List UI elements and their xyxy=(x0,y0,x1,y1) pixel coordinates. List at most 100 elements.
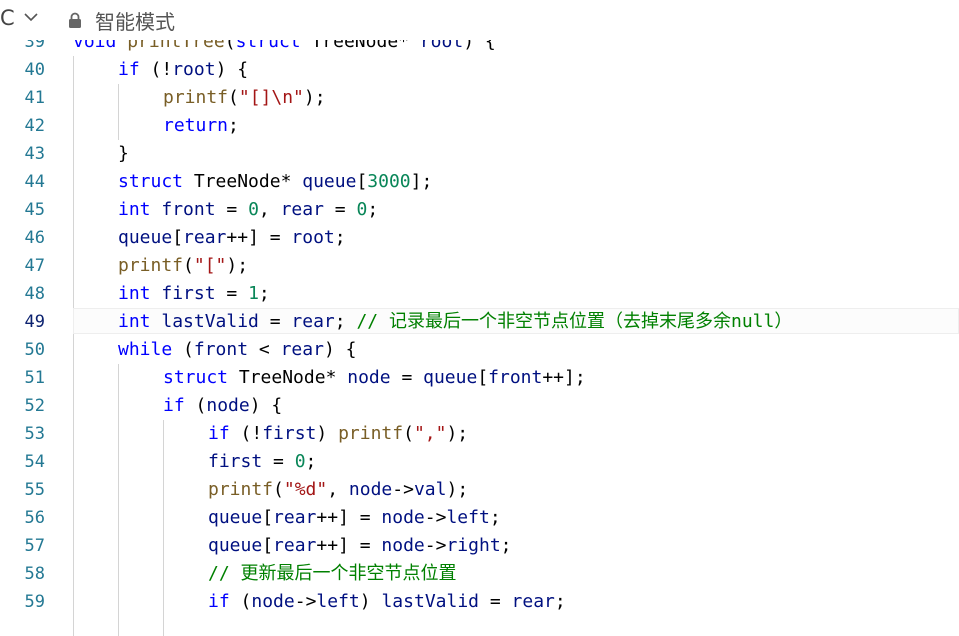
code-line[interactable]: 46 queue[rear++] = root; xyxy=(0,224,959,252)
line-number: 43 xyxy=(24,144,45,164)
code-line[interactable]: 56 queue[rear++] = node->left; xyxy=(0,504,959,532)
code-token: [ xyxy=(172,227,184,248)
code-text: int front = 0, rear = 0; xyxy=(118,196,378,224)
code-text: int lastValid = rear; // 记录最后一个非空节点位置（去掉… xyxy=(118,308,792,336)
code-token: printf xyxy=(338,423,404,444)
code-line[interactable]: 54 first = 0; xyxy=(0,448,959,476)
code-token: ; xyxy=(334,227,346,248)
code-token: queue xyxy=(208,535,263,556)
code-line[interactable]: 42 return; xyxy=(0,112,959,140)
line-number: 58 xyxy=(24,564,45,584)
code-line[interactable]: 48 int first = 1; xyxy=(0,280,959,308)
code-token: TreeNode* xyxy=(228,367,348,388)
code-text: queue[rear++] = root; xyxy=(118,224,346,252)
code-token: ++] = xyxy=(316,535,382,556)
code-token: queue xyxy=(208,507,263,528)
code-token: (! xyxy=(139,59,173,80)
code-token: rear xyxy=(280,199,324,220)
line-number: 51 xyxy=(24,368,45,388)
code-token: node xyxy=(251,591,295,612)
code-token: root xyxy=(172,59,216,80)
code-line[interactable]: 43} xyxy=(0,140,959,168)
code-token: , xyxy=(327,479,349,500)
code-line[interactable]: 41 printf("[]\n"); xyxy=(0,84,959,112)
line-number: 59 xyxy=(24,592,45,612)
language-selector[interactable]: C xyxy=(0,6,15,30)
code-token: int xyxy=(118,283,151,304)
code-token: rear xyxy=(273,535,317,556)
code-token: } xyxy=(118,143,129,164)
line-number: 48 xyxy=(24,284,45,304)
code-line[interactable]: 44 struct TreeNode* queue[3000]; xyxy=(0,168,959,196)
code-token: printf xyxy=(163,87,229,108)
code-token: right xyxy=(446,535,501,556)
line-number: 54 xyxy=(24,452,45,472)
code-text: } xyxy=(118,140,129,168)
code-line[interactable]: 49 int lastValid = rear; // 记录最后一个非空节点位置（… xyxy=(0,308,959,336)
code-token: [ xyxy=(477,367,489,388)
code-line[interactable]: 57 queue[rear++] = node->right; xyxy=(0,532,959,560)
code-token: "[" xyxy=(193,255,227,276)
code-token: "[]\n" xyxy=(238,87,304,108)
code-text: struct TreeNode* node = queue[front++]; xyxy=(163,364,586,392)
code-text: printf("%d", node->val); xyxy=(208,476,468,504)
code-text: int first = 1; xyxy=(118,280,270,308)
code-line[interactable]: 52 if (node) { xyxy=(0,392,959,420)
line-number: 53 xyxy=(24,424,45,444)
code-text: queue[rear++] = node->left; xyxy=(208,504,501,532)
code-token: -> xyxy=(424,507,447,528)
code-token: queue xyxy=(118,227,173,248)
code-token: struct xyxy=(118,171,184,192)
code-line[interactable]: 58 // 更新最后一个非空节点位置 xyxy=(0,560,959,588)
code-token: ; xyxy=(228,115,239,136)
code-token: ; xyxy=(258,283,270,304)
code-token: [ xyxy=(356,171,368,192)
mode-label[interactable]: 智能模式 xyxy=(95,6,175,35)
code-line[interactable]: 45 int front = 0, rear = 0; xyxy=(0,196,959,224)
code-token: ; xyxy=(305,451,317,472)
code-text: printf("[]\n"); xyxy=(163,84,326,112)
code-text: while (front < rear) { xyxy=(118,336,356,364)
code-token: = xyxy=(258,311,292,332)
code-token: if xyxy=(163,395,185,416)
code-token: // 记录最后一个非空节点位置（去掉末尾多余null） xyxy=(356,311,793,332)
code-token: printf xyxy=(118,255,184,276)
code-token: ++] = xyxy=(316,507,382,528)
code-token: if xyxy=(118,59,140,80)
code-text: queue[rear++] = node->right; xyxy=(208,532,512,560)
code-token: 0 xyxy=(356,199,368,220)
code-token: rear xyxy=(511,591,555,612)
code-token: // 更新最后一个非空节点位置 xyxy=(208,563,457,584)
code-token: ) { xyxy=(323,339,357,360)
code-token: = xyxy=(262,451,295,472)
code-token: int xyxy=(118,311,151,332)
code-token: = xyxy=(390,367,424,388)
code-line[interactable]: 55 printf("%d", node->val); xyxy=(0,476,959,504)
code-editor[interactable]: 39 void printTree(struct TreeNode* root) … xyxy=(0,32,959,636)
code-token: ) xyxy=(316,423,339,444)
code-line[interactable]: 47 printf("["); xyxy=(0,252,959,280)
code-token: lastValid xyxy=(161,311,259,332)
code-token: ( xyxy=(183,255,194,276)
code-line[interactable]: 51 struct TreeNode* node = queue[front++]… xyxy=(0,364,959,392)
chevron-down-icon[interactable] xyxy=(24,12,38,22)
code-token: val xyxy=(413,479,447,500)
code-text: first = 0; xyxy=(208,448,316,476)
code-line[interactable]: 40 if (!root) { xyxy=(0,56,959,84)
code-line[interactable]: 59 if (node->left) lastValid = rear; xyxy=(0,588,959,616)
lock-icon xyxy=(69,12,81,28)
code-token: front xyxy=(488,367,543,388)
line-number: 45 xyxy=(24,200,45,220)
code-token: < xyxy=(248,339,281,360)
code-token: [ xyxy=(262,507,274,528)
line-number: 50 xyxy=(24,340,45,360)
code-text: if (!first) printf(","); xyxy=(208,420,468,448)
code-text: if (!root) { xyxy=(118,56,248,84)
code-line[interactable]: 53 if (!first) printf(","); xyxy=(0,420,959,448)
code-token: first xyxy=(161,283,216,304)
code-line[interactable]: 50 while (front < rear) { xyxy=(0,336,959,364)
code-token: ; xyxy=(554,591,566,612)
code-token: rear xyxy=(291,311,335,332)
